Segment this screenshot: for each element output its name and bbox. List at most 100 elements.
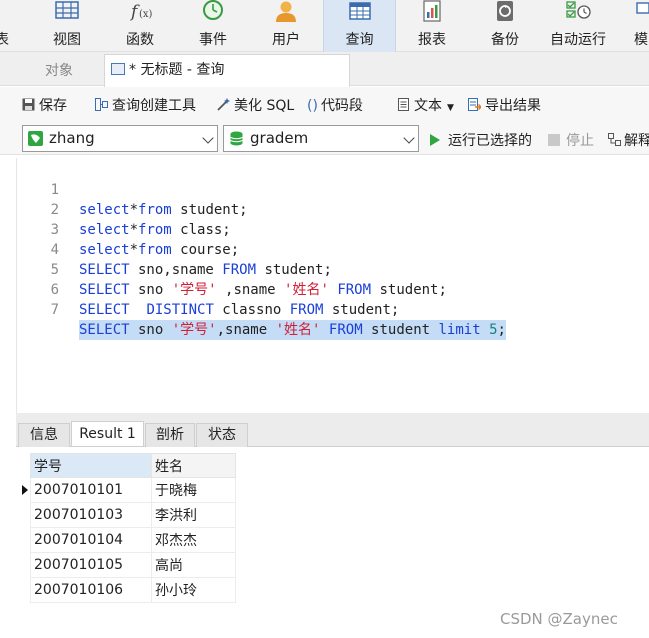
code-text: SELECT DISTINCT classno FROM student; <box>79 302 400 318</box>
column-header[interactable]: 姓名 <box>151 453 236 478</box>
query-builder-icon <box>95 98 108 111</box>
header-row: 学号 姓名 <box>30 453 236 478</box>
connection-value: zhang <box>49 129 95 147</box>
text-dropdown-button[interactable]: 文本 ▼ <box>397 95 454 115</box>
tab-status[interactable]: 状态 <box>196 423 248 447</box>
stop-button[interactable]: 停止 <box>548 130 594 150</box>
tab-profile[interactable]: 剖析 <box>145 423 195 447</box>
table-cell[interactable]: 2007010103 <box>30 502 152 528</box>
explain-label: 解释 <box>624 133 649 149</box>
editor-line-selected: 7 SELECT sno '学号',sname '姓名' FROM studen… <box>17 280 649 340</box>
table-row[interactable]: 2007010106 孙小玲 <box>30 577 236 603</box>
table-cell[interactable]: 邓杰杰 <box>151 527 236 553</box>
table-row[interactable]: 2007010103 李洪利 <box>30 502 236 528</box>
backup-icon <box>497 1 513 21</box>
table-cell[interactable]: 高尚 <box>151 552 236 578</box>
run-selected-button[interactable]: 运行已选择的 <box>430 130 532 150</box>
sql-editor[interactable]: 1 select*from student; 2 select*from cla… <box>16 158 649 413</box>
query-toolbar: 保存 查询创建工具 美化 SQL () 代码段 文本 ▼ 导出结果 <box>0 87 649 121</box>
table-cell[interactable]: 2007010101 <box>30 477 152 503</box>
ribbon-item-label: 自动运行 <box>550 32 606 48</box>
table-cell[interactable]: 2007010106 <box>30 577 152 603</box>
export-results-label: 导出结果 <box>485 98 541 114</box>
view-icon <box>55 1 79 19</box>
ribbon-item-model[interactable]: 模 <box>629 0 649 52</box>
ribbon-item-label: 查询 <box>345 32 374 48</box>
ribbon-item-label: 用户 <box>272 32 300 48</box>
ribbon-item-label: 事件 <box>199 32 227 48</box>
ribbon-item-query[interactable]: 查询 <box>323 0 396 52</box>
query-tab-icon <box>111 62 125 75</box>
table-row[interactable]: 2007010104 邓杰杰 <box>30 527 236 553</box>
chevron-down-icon <box>403 132 415 144</box>
user-icon <box>276 1 296 22</box>
export-icon <box>468 98 481 111</box>
automation-icon <box>566 1 591 19</box>
ribbon-item-label: 报表 <box>418 32 446 48</box>
export-results-button[interactable]: 导出结果 <box>468 95 541 115</box>
editor-line: 6 SELECT DISTINCT classno FROM student; <box>17 260 649 318</box>
main-ribbon: 表 视图 f (x) 函数 事件 用户 查询 报表 备份 自动运行 模 <box>0 0 649 52</box>
parentheses-icon: () <box>307 98 318 114</box>
table-cell[interactable]: 2007010105 <box>30 552 152 578</box>
database-select[interactable]: gradem <box>223 125 419 152</box>
stop-label: 停止 <box>566 133 594 149</box>
report-icon <box>423 0 441 22</box>
code-snippet-label: 代码段 <box>320 98 363 114</box>
table-cell[interactable]: 2007010104 <box>30 527 152 553</box>
document-tab-bar: 对象 * 无标题 - 查询 <box>0 52 649 87</box>
connection-icon <box>28 131 43 146</box>
editor-line: 5 SELECT sno '学号' ,sname '姓名' FROM stude… <box>17 240 649 298</box>
editor-line: 2 select*from class; <box>17 180 649 238</box>
result-table: 学号 姓名 2007010101 于晓梅 2007010103 李洪利 2007… <box>30 453 236 603</box>
database-value: gradem <box>250 129 309 147</box>
tab-result-1[interactable]: Result 1 <box>71 421 144 446</box>
magic-wand-icon <box>217 98 230 111</box>
tab-objects[interactable]: 对象 <box>16 56 102 86</box>
query-builder-button[interactable]: 查询创建工具 <box>95 95 196 115</box>
tab-info[interactable]: 信息 <box>18 423 70 447</box>
text-document-icon <box>398 98 409 111</box>
function-icon: f (x) <box>129 2 153 22</box>
ribbon-item-event[interactable]: 事件 <box>183 0 243 52</box>
query-builder-label: 查询创建工具 <box>112 98 196 114</box>
ribbon-item-report[interactable]: 报表 <box>402 0 462 52</box>
table-row[interactable]: 2007010101 于晓梅 <box>30 477 236 503</box>
tab-query-label: * 无标题 - 查询 <box>129 62 225 78</box>
ribbon-item-user[interactable]: 用户 <box>256 0 316 52</box>
ribbon-item-backup[interactable]: 备份 <box>475 0 535 52</box>
save-label: 保存 <box>39 98 67 114</box>
column-header[interactable]: 学号 <box>30 453 152 478</box>
editor-line: 1 select*from student; <box>17 160 649 218</box>
line-number: 7 <box>50 302 59 318</box>
ribbon-item-label: 函数 <box>126 32 154 48</box>
ribbon-item-label: 表 <box>0 32 9 48</box>
table-cell[interactable]: 孙小玲 <box>151 577 236 603</box>
ribbon-item-label: 模 <box>634 32 648 48</box>
ribbon-item-function[interactable]: f (x) 函数 <box>110 0 170 52</box>
table-cell[interactable]: 于晓梅 <box>151 477 236 503</box>
ribbon-item-label: 视图 <box>53 32 81 48</box>
tab-untitled-query[interactable]: * 无标题 - 查询 <box>104 54 350 87</box>
database-icon <box>230 131 243 146</box>
beautify-sql-button[interactable]: 美化 SQL <box>217 95 294 115</box>
code-snippet-button[interactable]: () 代码段 <box>307 95 363 115</box>
text-label: 文本 <box>414 98 442 114</box>
explain-icon <box>608 133 621 146</box>
ribbon-item-automation[interactable]: 自动运行 <box>543 0 613 52</box>
play-icon <box>430 134 440 146</box>
table-cell[interactable]: 李洪利 <box>151 502 236 528</box>
watermark: CSDN @Zaynec <box>500 610 618 628</box>
ribbon-item-label: 备份 <box>491 32 519 48</box>
result-tab-bar: 信息 Result 1 剖析 状态 <box>16 419 649 447</box>
table-row[interactable]: 2007010105 高尚 <box>30 552 236 578</box>
save-button[interactable]: 保存 <box>22 95 67 115</box>
ribbon-item-view[interactable]: 视图 <box>37 0 97 52</box>
explain-button[interactable]: 解释 <box>608 130 649 150</box>
run-selected-label: 运行已选择的 <box>448 133 532 149</box>
ribbon-item-table-partial[interactable]: 表 <box>0 0 10 52</box>
event-clock-icon <box>203 0 223 20</box>
stop-icon <box>548 134 560 146</box>
connection-select[interactable]: zhang <box>22 125 218 152</box>
code-text: SELECT sno '学号',sname '姓名' FROM student … <box>79 320 506 340</box>
